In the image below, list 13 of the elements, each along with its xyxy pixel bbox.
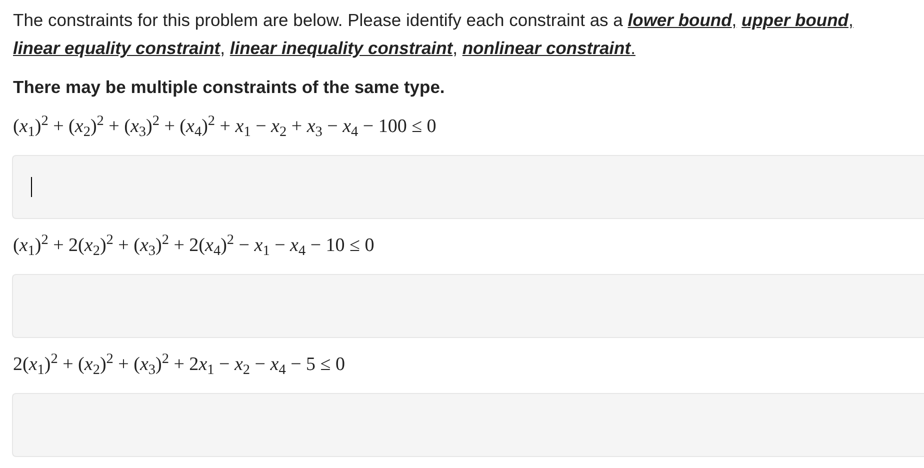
- constraint-formula: (x$_{1}$)$^{2}$ + 2(x$_{2}$)$^{2}$ + (x$_{3}$)$^{2}$ + 2(x$_{4}$)$^{2}$ − x$_{1}$ − x$_{4}$ − 10 ≤ 0: [13, 234, 374, 258]
- answer-field[interactable]: [12, 393, 924, 457]
- term-link[interactable]: linear equality constraint,: [13, 38, 226, 58]
- term-link[interactable]: lower bound,: [628, 10, 737, 30]
- note-text: There may be multiple constraints of the same type.: [13, 76, 446, 98]
- answer-field[interactable]: [12, 274, 924, 338]
- term-link[interactable]: upper bound,: [742, 10, 854, 30]
- constraint-formula: 2(x$_{1}$)$^{2}$ + (x$_{2}$)$^{2}$ + (x$_{3}$)$^{2}$ + 2x$_{1}$ − x$_{2}$ − x$_{4}$ − 5 ≤ 0: [13, 353, 345, 377]
- term-link[interactable]: nonlinear constraint.: [462, 38, 636, 58]
- term-link[interactable]: linear inequality constraint,: [230, 38, 458, 58]
- constraint-formula: (x$_{1}$)$^{2}$ + (x$_{2}$)$^{2}$ + (x$_{3}$)$^{2}$ + (x$_{4}$)$^{2}$ + x$_{1}$ − x$_{2}$ + x$_{3}$ − x$_{4}$ − 100 ≤ 0: [13, 115, 436, 139]
- answer-field[interactable]: [12, 155, 924, 219]
- instructions-text: The constraints for this problem are below. Please identify each constraint as a lower bound, upper bound, linear equality constraint, linear inequality constraint, nonlinear constraint.: [13, 9, 854, 60]
